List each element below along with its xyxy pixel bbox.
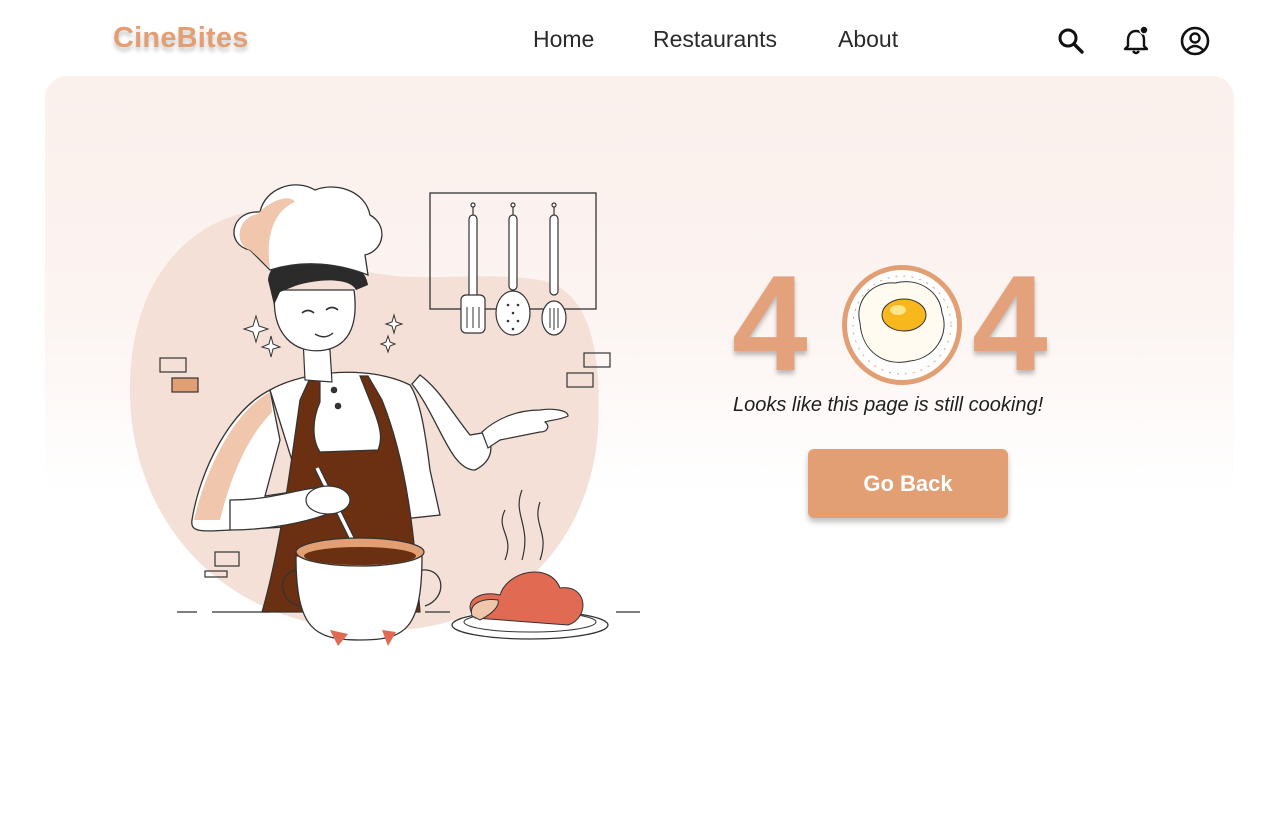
nav-about-link[interactable]: About	[838, 26, 898, 53]
top-navigation-bar: CineBites Home Restaurants About	[0, 0, 1280, 80]
error-404-display: 4 4	[730, 255, 1070, 395]
chef-cooking-illustration	[130, 184, 640, 646]
notification-bell-icon[interactable]	[1119, 24, 1153, 58]
error-message: Looks like this page is still cooking!	[733, 394, 1044, 416]
go-back-button[interactable]: Go Back	[808, 449, 1008, 518]
account-circle-icon[interactable]	[1178, 24, 1212, 58]
nav-home-link[interactable]: Home	[533, 26, 594, 53]
error-digit-left: 4	[732, 247, 808, 399]
search-icon[interactable]	[1054, 24, 1088, 58]
app-logo[interactable]: CineBites	[113, 22, 249, 55]
nav-restaurants-link[interactable]: Restaurants	[653, 26, 777, 53]
fried-egg-plate-icon	[842, 265, 962, 385]
error-digit-right: 4	[972, 247, 1048, 399]
